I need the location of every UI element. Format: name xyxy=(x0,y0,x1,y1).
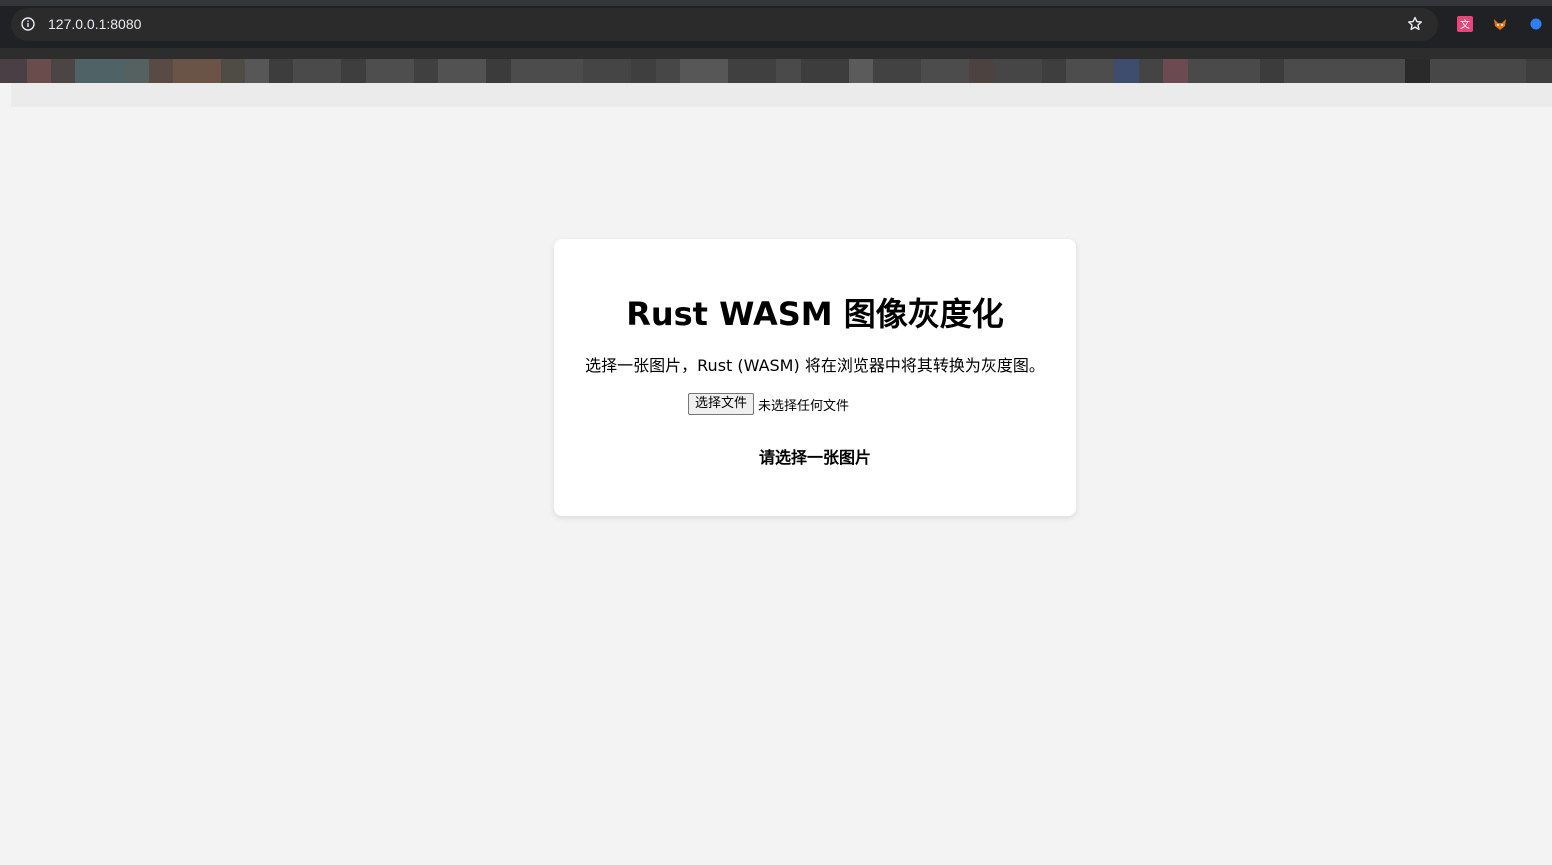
star-icon[interactable] xyxy=(1407,16,1423,32)
bookmark-item[interactable] xyxy=(341,59,366,83)
bookmark-item[interactable] xyxy=(27,59,51,83)
fox-icon[interactable] xyxy=(1492,16,1508,32)
bookmark-item[interactable] xyxy=(1260,59,1284,83)
file-status-text: 未选择任何文件 xyxy=(758,398,850,414)
browser-toolbar: 127.0.0.1:8080 文 xyxy=(0,0,1552,48)
bookmark-item[interactable] xyxy=(173,59,221,83)
bookmark-item[interactable] xyxy=(486,59,511,83)
bookmark-item[interactable] xyxy=(728,59,776,83)
bookmark-item[interactable] xyxy=(1284,59,1405,83)
description-text: 选择一张图片，Rust (WASM) 将在浏览器中将其转换为灰度图。 xyxy=(585,356,1045,375)
bookmarks-bar xyxy=(0,48,1552,83)
blue-dot-icon[interactable] xyxy=(1530,18,1542,30)
bookmark-item[interactable] xyxy=(414,59,438,83)
bookmark-item[interactable] xyxy=(583,59,631,83)
bookmark-item[interactable] xyxy=(921,59,969,83)
page-title: Rust WASM 图像灰度化 xyxy=(626,295,1004,333)
bookmark-item[interactable] xyxy=(631,59,656,83)
bookmark-item[interactable] xyxy=(149,59,173,83)
bookmark-item[interactable] xyxy=(994,59,1042,83)
bookmark-item[interactable] xyxy=(873,59,921,83)
bookmark-item[interactable] xyxy=(680,59,728,83)
file-input[interactable]: 选择文件 未选择任何文件 xyxy=(688,393,849,415)
bookmark-item[interactable] xyxy=(245,59,269,83)
svg-text:文: 文 xyxy=(1460,18,1470,31)
bookmark-item[interactable] xyxy=(776,59,801,83)
info-icon[interactable] xyxy=(21,17,35,31)
bookmark-item[interactable] xyxy=(1066,59,1114,83)
url-text[interactable]: 127.0.0.1:8080 xyxy=(48,15,141,33)
tab-strip xyxy=(0,0,1552,6)
translate-icon[interactable]: 文 xyxy=(1457,16,1473,32)
bookmark-item[interactable] xyxy=(1042,59,1066,83)
bookmark-item[interactable] xyxy=(125,59,149,83)
bookmark-item[interactable] xyxy=(366,59,414,83)
choose-file-button[interactable]: 选择文件 xyxy=(688,393,755,415)
bookmark-item[interactable] xyxy=(438,59,486,83)
bookmark-item[interactable] xyxy=(1188,59,1260,83)
bookmark-item[interactable] xyxy=(1163,59,1188,83)
bookmark-item[interactable] xyxy=(1526,59,1552,83)
bookmark-item[interactable] xyxy=(1405,59,1430,83)
bookmark-item[interactable] xyxy=(51,59,75,83)
bookmark-item[interactable] xyxy=(969,59,994,83)
bookmark-item[interactable] xyxy=(1430,59,1526,83)
bookmark-item[interactable] xyxy=(269,59,293,83)
address-bar[interactable]: 127.0.0.1:8080 xyxy=(11,8,1438,41)
bookmark-item[interactable] xyxy=(221,59,245,83)
bookmark-item[interactable] xyxy=(656,59,680,83)
bookmark-item[interactable] xyxy=(1139,59,1163,83)
bookmark-item[interactable] xyxy=(1114,59,1139,83)
status-message: 请选择一张图片 xyxy=(758,448,871,467)
page-header-strip xyxy=(11,83,1552,107)
bookmark-item[interactable] xyxy=(0,59,27,83)
bookmark-item[interactable] xyxy=(293,59,341,83)
bookmark-item[interactable] xyxy=(511,59,583,83)
converter-card: Rust WASM 图像灰度化 选择一张图片，Rust (WASM) 将在浏览器… xyxy=(554,239,1076,516)
bookmark-item[interactable] xyxy=(801,59,849,83)
bookmark-item[interactable] xyxy=(849,59,873,83)
bookmark-item[interactable] xyxy=(75,59,125,83)
